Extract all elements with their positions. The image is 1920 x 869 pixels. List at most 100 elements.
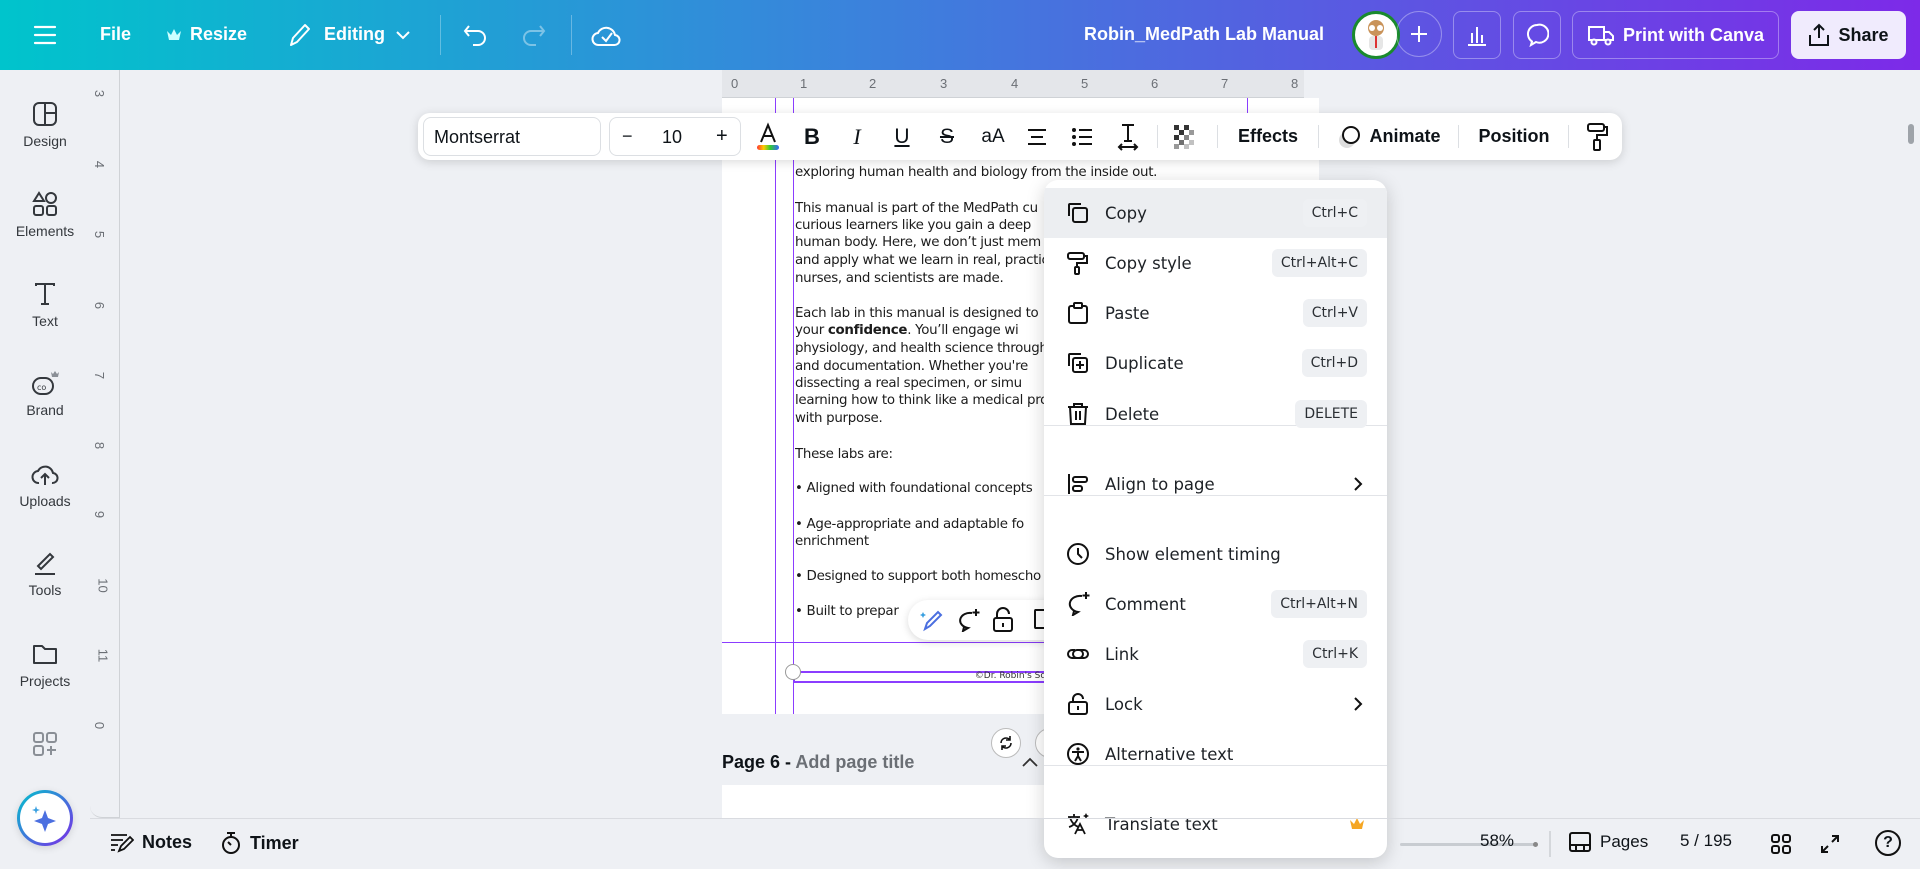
menu-item-copy[interactable]: Copy Ctrl+C: [1044, 188, 1387, 238]
transparency-icon[interactable]: [1173, 113, 1197, 160]
page-counter[interactable]: 5 / 195: [1680, 831, 1732, 851]
page-text-line[interactable]: These labs are:: [795, 447, 893, 462]
effects-button[interactable]: Effects: [1238, 113, 1298, 160]
font-family-select[interactable]: Montserrat: [423, 117, 601, 156]
menu-item-align-to-page[interactable]: Align to page: [1044, 459, 1387, 509]
refresh-icon[interactable]: [991, 728, 1021, 758]
page-title-input[interactable]: Add page title: [795, 752, 914, 772]
page-text-line[interactable]: dissecting a real specimen, or simu: [795, 376, 1022, 391]
menu-item-label: Show element timing: [1105, 544, 1281, 564]
page-text-line[interactable]: with purpose.: [795, 411, 883, 426]
avatar[interactable]: [1352, 11, 1400, 59]
page-text-line[interactable]: physiology, and health science through: [795, 341, 1048, 356]
strikethrough-icon[interactable]: S: [935, 113, 959, 160]
grid-view-icon[interactable]: [1770, 833, 1792, 855]
increase-font-size-button[interactable]: +: [716, 125, 728, 148]
page-text-line[interactable]: • Age-appropriate and adaptable fo: [795, 517, 1024, 532]
sidebar-item-tools[interactable]: Tools: [0, 550, 90, 620]
page-text-line[interactable]: human body. Here, we don’t just mem: [795, 235, 1041, 250]
add-collaborator-button[interactable]: [1396, 11, 1442, 57]
menu-item-duplicate[interactable]: Duplicate Ctrl+D: [1044, 338, 1387, 388]
magic-assistant-button[interactable]: [17, 790, 73, 846]
page-text-line[interactable]: and apply what we learn in real, practic: [795, 253, 1049, 268]
page-text-line[interactable]: curious learners like you gain a deep: [795, 218, 1031, 233]
help-icon[interactable]: ?: [1875, 830, 1901, 856]
document-title[interactable]: Robin_MedPath Lab Manual: [1084, 24, 1324, 45]
menu-item-delete[interactable]: Delete DELETE: [1044, 389, 1387, 439]
align-center-icon[interactable]: [1025, 113, 1049, 160]
menu-icon[interactable]: [33, 24, 57, 46]
menu-item-alternative-text[interactable]: Alternative text: [1044, 729, 1387, 779]
undo-icon[interactable]: [463, 22, 489, 48]
page-text-line[interactable]: nurses, and scientists are made.: [795, 271, 1004, 286]
lock-icon[interactable]: [992, 607, 1014, 633]
footer-text-box[interactable]: ©Dr. Robin's Sch: [793, 671, 1053, 683]
menu-item-copy-style[interactable]: Copy style Ctrl+Alt+C: [1044, 238, 1387, 288]
animate-button[interactable]: Animate: [1333, 113, 1445, 160]
menu-item-lock[interactable]: Lock: [1044, 679, 1387, 729]
spacing-icon[interactable]: [1116, 113, 1140, 160]
page-text-line[interactable]: your confidence. You’ll engage wi: [795, 323, 1019, 338]
page-6-heading: Page 6 - Add page title: [722, 752, 915, 772]
bold-icon[interactable]: B: [800, 113, 824, 160]
italic-icon[interactable]: I: [845, 113, 869, 160]
shortcut-badge: Ctrl+D: [1301, 349, 1367, 377]
ruler-tick-label: 5: [92, 230, 108, 239]
notes-button[interactable]: Notes: [110, 831, 192, 853]
pages-button[interactable]: Pages: [1568, 831, 1648, 853]
file-menu[interactable]: File: [100, 24, 131, 45]
paint-roller-icon[interactable]: [1585, 113, 1609, 160]
text-color-icon[interactable]: [754, 113, 782, 160]
zoom-slider[interactable]: [1400, 842, 1538, 847]
menu-item-show-element-timing[interactable]: Show element timing: [1044, 529, 1387, 579]
insights-button[interactable]: [1453, 11, 1501, 59]
sidebar-item-uploads[interactable]: Uploads: [0, 461, 90, 531]
fullscreen-icon[interactable]: [1819, 833, 1841, 855]
decrease-font-size-button[interactable]: −: [622, 126, 633, 147]
chevron-down-icon[interactable]: [395, 29, 411, 41]
design-icon: [33, 102, 57, 126]
sidebar-item-elements[interactable]: Elements: [0, 191, 90, 261]
apps-icon[interactable]: [32, 731, 58, 757]
chevron-up-icon[interactable]: [1021, 756, 1039, 768]
rotate-handle[interactable]: [785, 664, 801, 680]
timer-button[interactable]: Timer: [220, 831, 299, 855]
magic-edit-icon[interactable]: [920, 608, 944, 632]
underline-icon[interactable]: U: [890, 113, 914, 160]
page-text-line[interactable]: Each lab in this manual is designed to: [795, 306, 1039, 321]
print-with-canva-button[interactable]: Print with Canva: [1572, 11, 1779, 59]
page-text-line[interactable]: exploring human health and biology from …: [795, 165, 1157, 180]
chevron-right-icon: [1353, 476, 1363, 492]
zoom-slider-handle[interactable]: [1533, 842, 1538, 847]
page-text-line[interactable]: This manual is part of the MedPath cu: [795, 201, 1038, 216]
editing-mode-button[interactable]: Editing: [324, 24, 385, 45]
cloud-saved-icon[interactable]: [591, 21, 621, 49]
zoom-level[interactable]: 58%: [1480, 831, 1514, 851]
resize-button[interactable]: Resize: [190, 24, 247, 45]
font-size-input[interactable]: 10: [662, 127, 682, 148]
page-text-line[interactable]: learning how to think like a medical pro: [795, 393, 1048, 408]
menu-item-link[interactable]: Link Ctrl+K: [1044, 629, 1387, 679]
page-text-line[interactable]: • Aligned with foundational concepts: [795, 481, 1033, 496]
timer-icon: [222, 832, 240, 854]
letter-case-button[interactable]: aA: [977, 113, 1009, 160]
page-text-line[interactable]: • Built to prepar: [795, 604, 899, 619]
sidebar-item-brand[interactable]: co Brand: [0, 370, 90, 440]
vertical-scrollbar[interactable]: [1908, 124, 1914, 144]
comments-button[interactable]: [1513, 11, 1561, 59]
bullet-list-icon[interactable]: [1070, 113, 1094, 160]
sidebar-item-design[interactable]: Design: [0, 101, 90, 171]
ruler-tick-label: 3: [940, 76, 948, 91]
comment-add-icon[interactable]: [955, 608, 981, 632]
sidebar-item-projects[interactable]: Projects: [0, 641, 90, 711]
page-text-line[interactable]: • Designed to support both homescho: [795, 569, 1041, 584]
position-button[interactable]: Position: [1478, 113, 1550, 160]
menu-item-paste[interactable]: Paste Ctrl+V: [1044, 288, 1387, 338]
sidebar-item-text[interactable]: Text: [0, 281, 90, 351]
menu-item-comment[interactable]: Comment Ctrl+Alt+N: [1044, 579, 1387, 629]
page-text-line[interactable]: and documentation. Whether you're: [795, 359, 1028, 374]
share-button[interactable]: Share: [1791, 11, 1906, 59]
redo-icon[interactable]: [520, 22, 546, 48]
page-text-line[interactable]: enrichment: [795, 534, 869, 549]
ruler-tick-label: 5: [1081, 76, 1089, 91]
